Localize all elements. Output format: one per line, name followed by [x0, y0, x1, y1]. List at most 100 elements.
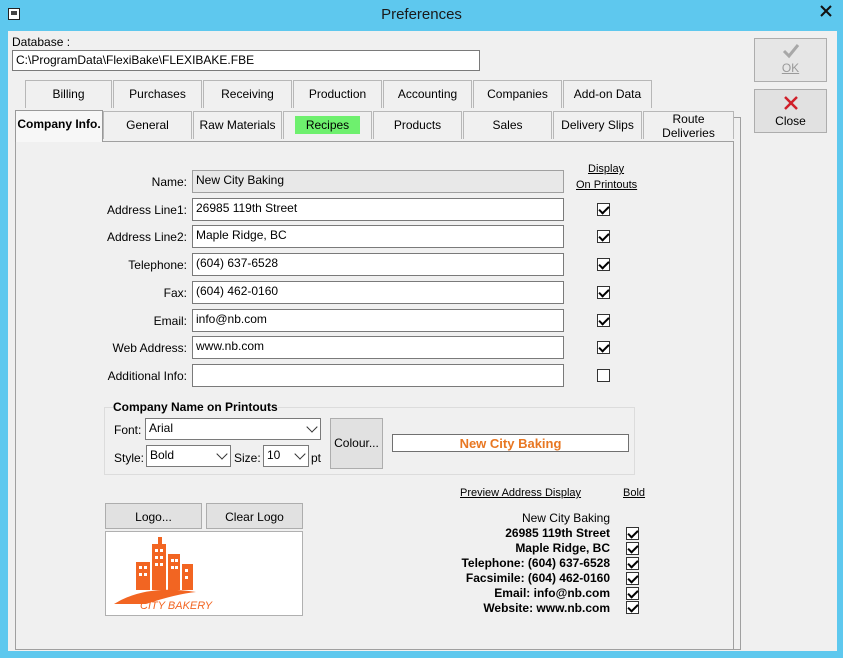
tab-label: Billing	[52, 87, 85, 101]
chevron-down-icon	[306, 421, 318, 433]
display-header-line2: On Printouts	[576, 179, 638, 191]
tab-label: Companies	[487, 87, 548, 101]
size-select[interactable]: 10	[263, 445, 309, 467]
clear-logo-button[interactable]: Clear Logo	[206, 503, 303, 529]
style-select[interactable]: Bold	[146, 445, 231, 467]
tab-accounting[interactable]: Accounting	[383, 80, 472, 108]
close-button[interactable]: Close	[754, 89, 827, 133]
style-label: Style:	[114, 451, 145, 465]
tab-companies[interactable]: Companies	[473, 80, 562, 108]
tab-label: Purchases	[129, 87, 186, 101]
chevron-down-icon	[294, 448, 306, 460]
font-select-value: Arial	[149, 421, 174, 435]
address2-display-checkbox[interactable]	[597, 230, 610, 243]
tab-label: Add-on Data	[573, 87, 642, 101]
fax-field[interactable]: (604) 462-0160	[192, 281, 564, 304]
database-path-field[interactable]: C:\ProgramData\FlexiBake\FLEXIBAKE.FBE	[12, 50, 480, 71]
tab-label: Accounting	[397, 87, 458, 101]
tab-label: Production	[308, 87, 367, 101]
preview-line-website: Website: www.nb.com	[483, 601, 610, 615]
additional-info-field[interactable]	[192, 364, 564, 387]
tab-raw-materials[interactable]: Raw Materials	[193, 111, 282, 139]
additional-info-label: Additional Info:	[107, 369, 187, 383]
preferences-window: Preferences Database : C:\ProgramData\Fl…	[0, 0, 843, 658]
web-address-display-checkbox[interactable]	[597, 341, 610, 354]
tab-receiving[interactable]: Receiving	[203, 80, 292, 108]
company-name-preview: New City Baking	[392, 434, 629, 452]
size-unit-label: pt	[311, 451, 322, 465]
tab-label: Recipes	[294, 116, 361, 134]
tab-add-on-data[interactable]: Add-on Data	[563, 80, 652, 108]
tab-label: Route Deliveries	[662, 112, 715, 140]
fax-display-checkbox[interactable]	[597, 286, 610, 299]
size-select-value: 10	[267, 448, 281, 462]
web-address-label: Web Address:	[112, 341, 187, 355]
tab-route-deliveries[interactable]: Route Deliveries	[643, 111, 734, 140]
logo-text: CITY BAKERY	[140, 600, 213, 612]
telephone-field[interactable]: (604) 637-6528	[192, 253, 564, 276]
logo-image: CITY BAKERY	[105, 531, 303, 616]
tab-label: Raw Materials	[199, 118, 276, 132]
bold-checkbox-name[interactable]	[626, 527, 639, 540]
name-field[interactable]: New City Baking	[192, 170, 564, 193]
title-bar: Preferences	[0, 0, 843, 30]
preview-line-name: New City Baking	[521, 511, 610, 525]
font-label: Font:	[114, 423, 142, 437]
preview-line-email: Email: info@nb.com	[494, 586, 610, 600]
web-address-field[interactable]: www.nb.com	[192, 336, 564, 359]
bold-checkbox-telephone[interactable]	[626, 572, 639, 585]
client-area: Database : C:\ProgramData\FlexiBake\FLEX…	[8, 31, 837, 651]
preview-line-fax: Facsimile: (604) 462-0160	[465, 571, 610, 585]
tab-recipes[interactable]: Recipes	[283, 111, 372, 139]
address1-display-checkbox[interactable]	[597, 203, 610, 216]
telephone-display-checkbox[interactable]	[597, 258, 610, 271]
bold-checkbox-email[interactable]	[626, 601, 639, 614]
tab-general[interactable]: General	[103, 111, 192, 139]
tab-purchases[interactable]: Purchases	[113, 80, 202, 108]
close-x-icon	[783, 96, 798, 110]
window-title: Preferences	[381, 6, 462, 23]
display-header-line1: Display	[588, 163, 625, 175]
bold-checkbox-address2[interactable]	[626, 557, 639, 570]
preview-line-address2: Maple Ridge, BC	[515, 541, 610, 555]
close-icon[interactable]	[809, 0, 843, 22]
tab-company-info[interactable]: Company Info.	[15, 110, 103, 142]
bold-checkbox-fax[interactable]	[626, 587, 639, 600]
tab-panel-edge	[734, 117, 741, 650]
bold-checkbox-address1[interactable]	[626, 542, 639, 555]
chevron-down-icon	[216, 448, 228, 460]
colour-button[interactable]: Colour...	[330, 418, 383, 469]
ok-button[interactable]: OK	[754, 38, 827, 82]
logo-button[interactable]: Logo...	[105, 503, 202, 529]
email-field[interactable]: info@nb.com	[192, 309, 564, 332]
tab-label: General	[126, 118, 169, 132]
tab-sales[interactable]: Sales	[463, 111, 552, 139]
style-select-value: Bold	[150, 448, 175, 462]
address1-field[interactable]: 26985 119th Street	[192, 198, 564, 221]
fax-label: Fax:	[163, 286, 187, 300]
preview-line-telephone: Telephone: (604) 637-6528	[461, 556, 610, 570]
name-label: Name:	[151, 175, 187, 189]
address2-label: Address Line2:	[106, 230, 187, 244]
tab-label: Sales	[492, 118, 523, 132]
tab-delivery-slips[interactable]: Delivery Slips	[553, 111, 642, 139]
database-label: Database :	[12, 35, 71, 49]
tab-label: Delivery Slips	[561, 118, 634, 132]
checkmark-icon	[782, 44, 799, 59]
printout-group-title: Company Name on Printouts	[113, 400, 278, 414]
bold-header: Bold	[623, 487, 646, 499]
email-display-checkbox[interactable]	[597, 314, 610, 327]
tab-billing[interactable]: Billing	[25, 80, 112, 108]
additional-info-display-checkbox[interactable]	[597, 369, 610, 382]
size-label: Size:	[234, 451, 261, 465]
address2-field[interactable]: Maple Ridge, BC	[192, 225, 564, 248]
tab-production[interactable]: Production	[293, 80, 382, 108]
tab-products[interactable]: Products	[373, 111, 462, 139]
preview-header: Preview Address Display	[460, 487, 582, 499]
font-select[interactable]: Arial	[145, 418, 321, 440]
tab-label: Products	[393, 118, 442, 132]
address1-label: Address Line1:	[106, 203, 187, 217]
email-label: Email:	[153, 314, 187, 328]
tab-label: Receiving	[221, 87, 274, 101]
close-label: Close	[775, 114, 806, 128]
